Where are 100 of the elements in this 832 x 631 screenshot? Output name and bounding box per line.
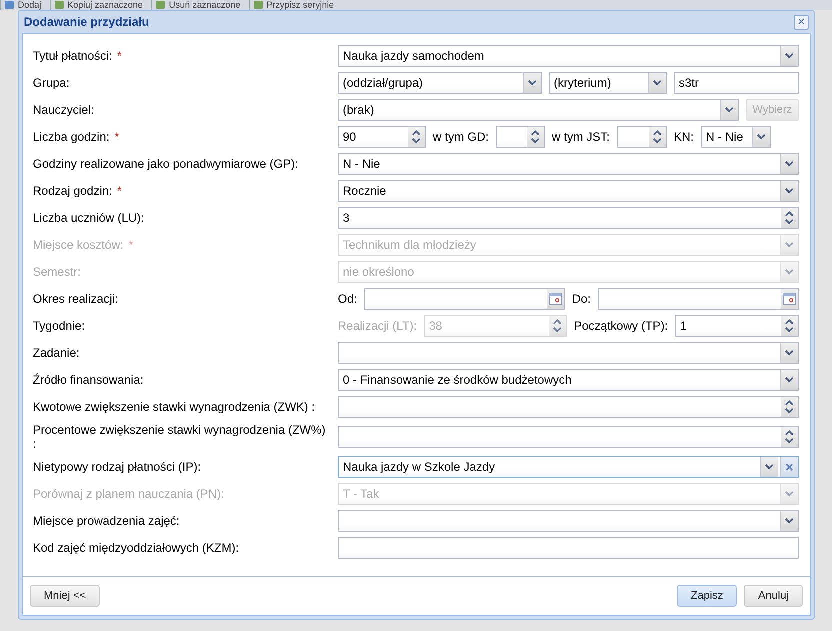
number-field[interactable]: 90 (338, 126, 426, 148)
field-label: Liczba uczniów (LU): (33, 211, 146, 225)
toolbar-button[interactable]: Usuń zaznaczone (152, 0, 249, 10)
toolbar-button[interactable]: Przypisz seryjnie (250, 0, 342, 10)
chevron-down-icon (785, 53, 794, 59)
chevron-down-icon (785, 377, 794, 383)
chevron-down-icon (785, 518, 794, 524)
field-label: Porównaj z planem nauczania (PN): (33, 487, 226, 501)
footer-button[interactable]: Zapisz (677, 585, 738, 607)
dropdown-button[interactable] (780, 370, 798, 390)
chevron-down-icon (653, 80, 662, 86)
date-picker-button[interactable] (781, 289, 798, 309)
dropdown-button[interactable] (780, 343, 798, 363)
spin-arrows-icon (785, 318, 794, 334)
field-label: Kod zajęć międzyoddziałowych (KZM): (33, 541, 240, 555)
dropdown-button[interactable] (780, 181, 798, 201)
chevron-down-icon (765, 464, 774, 470)
spin-arrows-icon (553, 318, 562, 334)
field-label: Rodzaj godzin: * (33, 184, 124, 198)
field-label: w tym JST: (552, 129, 610, 146)
date-field[interactable] (364, 288, 566, 310)
spin-buttons[interactable] (649, 127, 666, 147)
number-field[interactable] (338, 426, 799, 448)
date-picker-button[interactable] (547, 289, 564, 309)
spin-buttons[interactable] (781, 427, 798, 447)
chevron-down-icon (785, 242, 794, 248)
chevron-down-icon (757, 134, 766, 140)
dropdown-field[interactable]: (kryterium) (549, 72, 667, 94)
field-label: Kwotowe zwiększenie stawki wynagrodzenia (ZWK) : (33, 400, 316, 414)
close-button[interactable]: × (794, 14, 809, 30)
number-field[interactable] (496, 126, 545, 148)
field-label: Tytuł płatności: * (33, 49, 124, 63)
chevron-down-icon (785, 491, 794, 497)
dropdown-field[interactable]: Rocznie (338, 180, 799, 202)
spin-buttons[interactable] (781, 208, 798, 228)
field-label: Grupa: (33, 76, 71, 90)
dropdown-field[interactable]: Nauka jazdy w Szkole Jazdy × (338, 456, 799, 478)
chevron-down-icon (785, 350, 794, 356)
dropdown-button[interactable] (780, 46, 798, 66)
spin-arrows-icon (785, 210, 794, 226)
field-label: Procentowe zwiększenie stawki wynagrodzenia (ZW%) : (33, 423, 327, 451)
dropdown-field[interactable]: 0 - Finansowanie ze środków budżetowych (338, 369, 799, 391)
spin-arrows-icon (412, 129, 421, 145)
field-label: Liczba godzin: * (33, 130, 120, 144)
chevron-down-icon (725, 107, 734, 113)
dropdown-field[interactable] (338, 510, 799, 532)
field-label: Zadanie: (33, 346, 81, 360)
dropdown-field[interactable]: Nauka jazdy samochodem (338, 45, 799, 67)
toolbar-button[interactable]: Dodaj (1, 0, 50, 10)
footer-button[interactable]: Anuluj (744, 585, 803, 607)
dropdown-field[interactable]: (oddział/grupa) (338, 72, 542, 94)
spin-buttons[interactable] (527, 127, 544, 147)
chevron-down-icon (785, 269, 794, 275)
toolbar-icon (54, 1, 64, 9)
number-field[interactable]: 3 (338, 207, 799, 229)
dropdown-field[interactable] (338, 342, 799, 364)
dropdown-field[interactable]: N - Nie (701, 126, 772, 148)
number-field[interactable] (617, 126, 668, 148)
field-label: Nauczyciel: (33, 103, 96, 117)
dropdown-button[interactable] (720, 100, 738, 120)
text-field[interactable]: s3tr (674, 72, 799, 94)
dropdown-button[interactable] (760, 457, 778, 477)
spin-arrows-icon (785, 429, 794, 445)
number-field[interactable] (338, 396, 799, 418)
calendar-icon (549, 293, 562, 305)
spin-arrows-icon (785, 399, 794, 415)
field-label: Nietypowy rodzaj płatności (IP): (33, 460, 202, 474)
field-label: Semestr: (33, 265, 82, 279)
less-button[interactable]: Mniej << (30, 585, 100, 607)
dropdown-button[interactable] (780, 511, 798, 531)
dropdown-button[interactable] (523, 73, 541, 93)
field-label: Miejsce kosztów: * (33, 238, 134, 252)
text-field[interactable] (338, 537, 799, 559)
field-label: w tym GD: (433, 129, 489, 146)
dropdown-button[interactable] (648, 73, 666, 93)
spin-buttons[interactable] (408, 127, 425, 147)
toolbar-icon (156, 1, 166, 9)
field-label: Realizacji (LT): (338, 318, 418, 335)
toolbar-icon (254, 1, 263, 9)
dropdown-button[interactable] (752, 127, 770, 147)
toolbar-icon (5, 1, 14, 9)
field-label: Od: (338, 291, 358, 308)
chevron-down-icon (785, 188, 794, 194)
dropdown-field[interactable]: (brak) (338, 99, 739, 121)
dropdown-button[interactable] (780, 154, 798, 174)
dropdown-field[interactable]: N - Nie (338, 153, 799, 175)
field-label: Godziny realizowane jako ponadwymiarowe (GP): (33, 157, 300, 171)
spin-arrows-icon (653, 129, 662, 145)
spin-buttons[interactable] (781, 316, 798, 336)
field-label: Tygodnie: (33, 319, 86, 333)
number-field[interactable]: 1 (675, 315, 799, 337)
field-label: Źródło finansowania: (33, 373, 145, 387)
date-field[interactable] (598, 288, 799, 310)
spin-arrows-icon (531, 129, 540, 145)
spin-buttons[interactable] (781, 397, 798, 417)
calendar-icon (783, 293, 796, 305)
field-label: KN: (674, 129, 694, 146)
dialog-title: Dodawanie przydziału (24, 15, 150, 29)
field-label: Do: (572, 291, 592, 308)
toolbar-button[interactable]: Kopiuj zaznaczone (50, 0, 152, 10)
